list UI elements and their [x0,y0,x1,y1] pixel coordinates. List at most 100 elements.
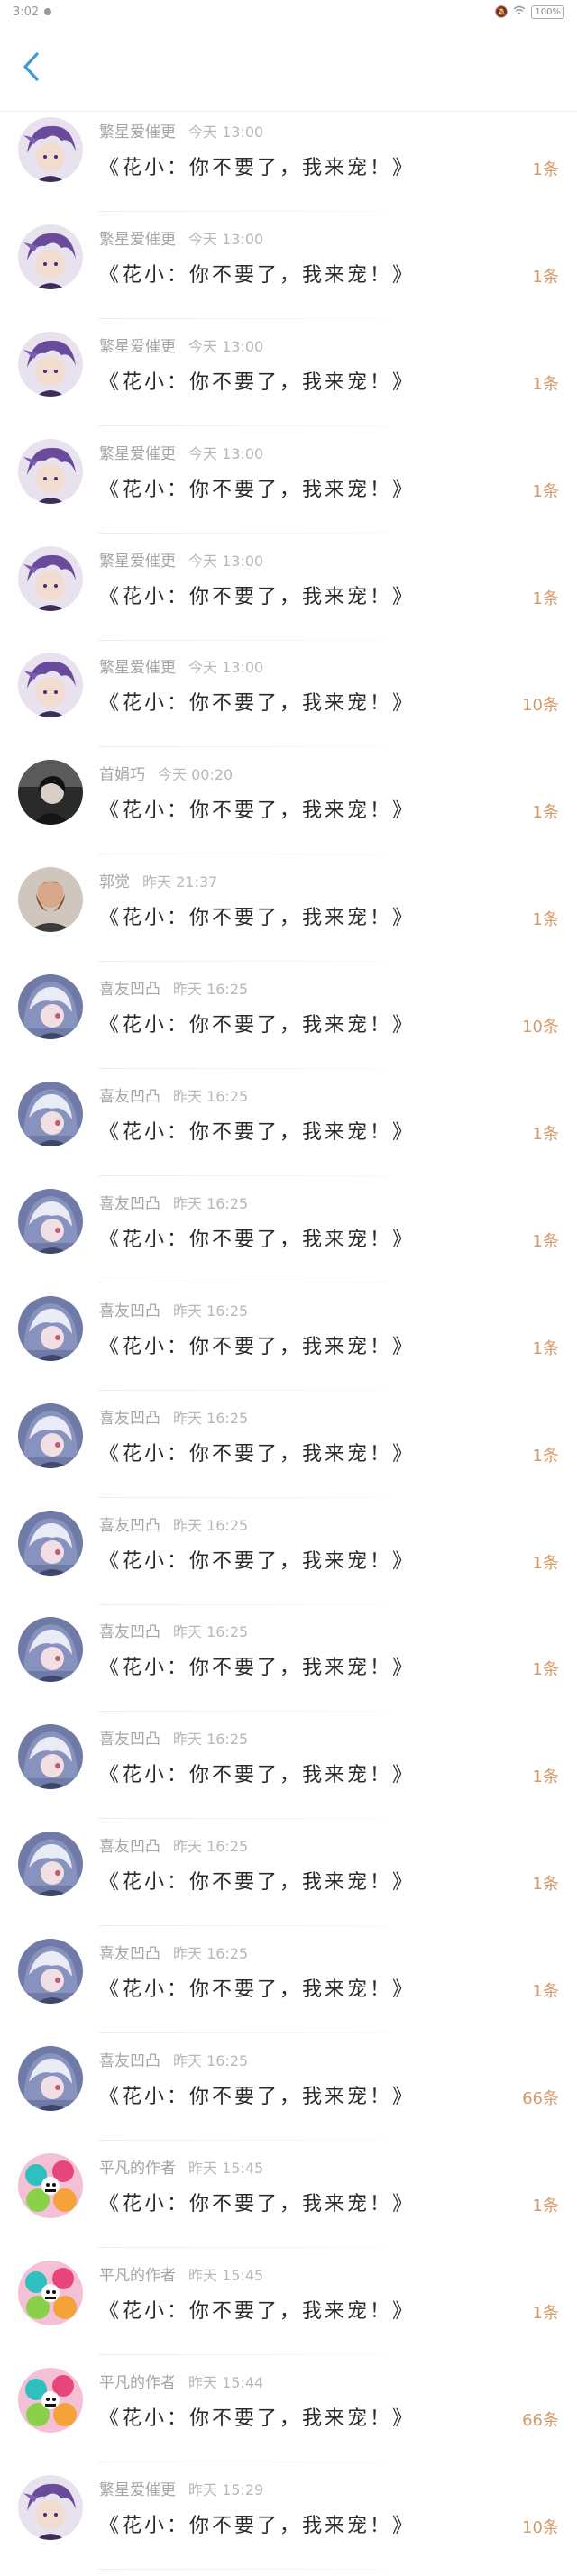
list-item[interactable]: 繁星爱催更 昨天 15:29 《花小：你不要了，我来宠！》 10条 [0,2470,577,2576]
message-meta: 繁星爱催更 今天 13:00 [99,226,263,249]
sender-name: 平凡的作者 [99,2159,176,2178]
avatar[interactable] [18,1510,83,1576]
sender-name: 喜友凹凸 [99,2052,160,2071]
avatar[interactable] [18,1939,83,2005]
avatar[interactable] [18,1402,83,1468]
message-meta: 喜友凹凸 昨天 16:25 [99,1191,248,1213]
avatar[interactable] [18,867,83,933]
status-time: 3:02 [13,5,40,19]
book-title: 《花小：你不要了，我来宠！》 [99,2086,416,2109]
message-count: 1条 [532,267,559,287]
avatar[interactable] [18,545,83,611]
list-item[interactable]: 喜友凹凸 昨天 16:25 《花小：你不要了，我来宠！》 1条 [0,1505,577,1612]
mute-icon: 🔕 [494,5,508,18]
avatar[interactable] [18,2367,83,2433]
avatar[interactable] [18,117,83,182]
list-item[interactable]: 喜友凹凸 昨天 16:25 《花小：你不要了，我来宠！》 1条 [0,1933,577,2041]
list-item[interactable]: 繁星爱催更 今天 13:00 《花小：你不要了，我来宠！》 1条 [0,326,577,434]
avatar[interactable] [18,224,83,289]
back-button[interactable] [13,40,49,94]
message-meta: 平凡的作者 昨天 15:45 [99,2262,263,2285]
sender-name: 繁星爱催更 [99,444,176,463]
list-item[interactable]: 喜友凹凸 昨天 16:25 《花小：你不要了，我来宠！》 1条 [0,1291,577,1398]
list-item[interactable]: 喜友凹凸 昨天 16:25 《花小：你不要了，我来宠！》 10条 [0,969,577,1076]
sender-name: 喜友凹凸 [99,1623,160,1642]
avatar[interactable] [18,760,83,826]
list-item[interactable]: 繁星爱催更 今天 13:00 《花小：你不要了，我来宠！》 10条 [0,647,577,754]
message-count: 10条 [522,696,559,716]
list-item[interactable]: 喜友凹凸 昨天 16:25 《花小：你不要了，我来宠！》 1条 [0,1719,577,1826]
message-meta: 繁星爱催更 今天 13:00 [99,333,263,356]
avatar[interactable] [18,1617,83,1683]
message-count: 10条 [522,1018,559,1037]
list-item[interactable]: 郭觉 昨天 21:37 《花小：你不要了，我来宠！》 1条 [0,862,577,969]
divider [99,1496,460,1498]
list-item[interactable]: 平凡的作者 昨天 15:44 《花小：你不要了，我来宠！》 66条 [0,2362,577,2470]
message-count: 1条 [532,1125,559,1145]
list-item[interactable]: 首娟巧 今天 00:20 《花小：你不要了，我来宠！》 1条 [0,754,577,862]
nav-bar [0,23,577,112]
avatar[interactable] [18,1295,83,1361]
avatar[interactable] [18,1188,83,1254]
avatar[interactable] [18,1832,83,1897]
avatar[interactable] [18,2474,83,2540]
divider [99,2032,460,2034]
message-time: 昨天 16:25 [173,1088,249,1106]
message-meta: 喜友凹凸 昨天 16:25 [99,1726,248,1749]
list-item[interactable]: 喜友凹凸 昨天 16:25 《花小：你不要了，我来宠！》 1条 [0,1398,577,1505]
divider [99,317,460,319]
list-item[interactable]: 平凡的作者 昨天 15:45 《花小：你不要了，我来宠！》 1条 [0,2148,577,2255]
message-count: 1条 [532,2303,559,2323]
message-time: 今天 13:00 [188,552,264,570]
avatar[interactable] [18,974,83,1040]
list-item[interactable]: 繁星爱催更 今天 13:00 《花小：你不要了，我来宠！》 1条 [0,112,577,219]
book-title: 《花小：你不要了，我来宠！》 [99,1978,416,2002]
battery-indicator: 100% [531,5,564,19]
list-item[interactable]: 繁星爱催更 今天 13:00 《花小：你不要了，我来宠！》 1条 [0,434,577,541]
sender-name: 喜友凹凸 [99,1194,160,1213]
book-title: 《花小：你不要了，我来宠！》 [99,799,416,823]
sender-name: 平凡的作者 [99,2266,176,2285]
message-time: 昨天 15:29 [188,2480,264,2498]
avatar[interactable] [18,331,83,397]
message-time: 今天 13:00 [188,230,264,248]
avatar[interactable] [18,2152,83,2218]
list-item[interactable]: 喜友凹凸 昨天 16:25 《花小：你不要了，我来宠！》 66条 [0,2041,577,2148]
message-meta: 喜友凹凸 昨天 16:25 [99,1941,248,1963]
divider [99,1175,460,1177]
avatar[interactable] [18,653,83,718]
status-bar: 3:02 🔕 100% [0,0,577,23]
list-item[interactable]: 喜友凹凸 昨天 16:25 《花小：你不要了，我来宠！》 1条 [0,1826,577,1933]
avatar[interactable] [18,2260,83,2325]
message-count: 1条 [532,803,559,823]
book-title: 《花小：你不要了，我来宠！》 [99,2514,416,2537]
list-item[interactable]: 喜友凹凸 昨天 16:25 《花小：你不要了，我来宠！》 1条 [0,1183,577,1291]
divider [99,425,460,426]
avatar[interactable] [18,438,83,504]
list-item[interactable]: 平凡的作者 昨天 15:45 《花小：你不要了，我来宠！》 1条 [0,2255,577,2362]
list-item[interactable]: 喜友凹凸 昨天 16:25 《花小：你不要了，我来宠！》 1条 [0,1612,577,1719]
divider [99,2568,460,2570]
list-item[interactable]: 繁星爱催更 今天 13:00 《花小：你不要了，我来宠！》 1条 [0,541,577,648]
message-count: 1条 [532,1231,559,1251]
book-title: 《花小：你不要了，我来宠！》 [99,692,416,716]
book-title: 《花小：你不要了，我来宠！》 [99,2299,416,2323]
list-item[interactable]: 繁星爱催更 今天 13:00 《花小：你不要了，我来宠！》 1条 [0,219,577,326]
message-count: 1条 [532,1768,559,1787]
avatar[interactable] [18,1724,83,1790]
book-title: 《花小：你不要了，我来宠！》 [99,1549,416,1573]
wifi-icon [513,5,526,18]
avatar[interactable] [18,2046,83,2112]
avatar[interactable] [18,1082,83,1147]
message-time: 今天 13:00 [188,337,264,355]
divider [99,2353,460,2355]
list-item[interactable]: 喜友凹凸 昨天 16:25 《花小：你不要了，我来宠！》 1条 [0,1076,577,1183]
book-title: 《花小：你不要了，我来宠！》 [99,1871,416,1895]
message-time: 昨天 16:25 [173,981,249,999]
message-meta: 喜友凹凸 昨天 16:25 [99,1512,248,1535]
divider [99,1711,460,1713]
sender-name: 喜友凹凸 [99,1516,160,1535]
message-time: 昨天 15:45 [188,2266,264,2284]
message-count: 66条 [522,2089,559,2109]
message-meta: 喜友凹凸 昨天 16:25 [99,2048,248,2070]
